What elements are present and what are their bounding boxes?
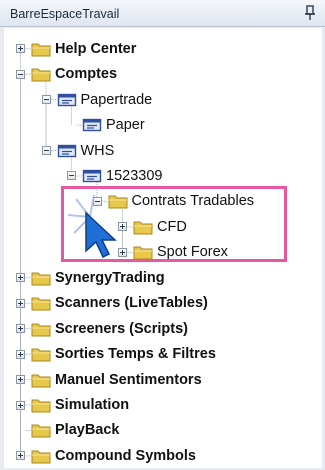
tree-item-spot-forex[interactable]: Spot Forex [157, 243, 228, 261]
expand-simulation-icon[interactable] [16, 400, 25, 410]
expand-help-center-icon[interactable] [16, 44, 25, 54]
tree-item-comptes[interactable]: Comptes [55, 65, 117, 83]
expand-scanners-livetables-icon[interactable] [16, 298, 25, 308]
folder-icon [31, 66, 51, 82]
workspace-panel: Help Center Comptes Papertrade Paper WHS 1523… [4, 28, 322, 468]
folder-icon [31, 397, 51, 413]
account-icon [82, 117, 102, 133]
folder-icon [31, 346, 51, 362]
folder-icon [31, 321, 51, 337]
tree-item-paper[interactable]: Paper [106, 116, 145, 134]
collapse-papertrade-icon[interactable] [41, 95, 51, 105]
collapse-comptes-icon[interactable] [16, 69, 25, 79]
expand-manuel-sentimentors-icon[interactable] [16, 375, 25, 385]
panel-title: BarreEspaceTravail [10, 7, 120, 21]
collapse-1523309-icon[interactable] [67, 171, 76, 181]
tree-item-1523309[interactable]: 1523309 [106, 167, 162, 185]
tree-item-whs[interactable]: WHS [81, 142, 115, 160]
tree-item-screeners-scripts[interactable]: Screeners (Scripts) [55, 320, 188, 338]
tree-item-papertrade[interactable]: Papertrade [81, 91, 153, 109]
tree-item-scanners-livetables[interactable]: Scanners (LiveTables) [55, 294, 208, 312]
tree-item-sorties-temps-filtres[interactable]: Sorties Temps & Filtres [55, 345, 216, 363]
expand-synergytrading-icon[interactable] [16, 273, 25, 283]
tree-item-contrats-tradables[interactable]: Contrats Tradables [132, 192, 255, 210]
tree-item-manuel-sentimentors[interactable]: Manuel Sentimentors [55, 371, 202, 389]
expand-sorties-temps-filtres-icon[interactable] [16, 349, 25, 359]
account-icon [57, 92, 77, 108]
tree-item-playback[interactable]: PlayBack [55, 421, 120, 439]
folder-icon [133, 244, 153, 260]
mouse-cursor-icon [67, 194, 117, 259]
folder-icon [133, 219, 153, 235]
expand-screeners-scripts-icon[interactable] [16, 324, 25, 334]
folder-icon [31, 422, 51, 438]
tree-item-compound-symbols[interactable]: Compound Symbols [55, 447, 196, 465]
folder-icon [31, 372, 51, 388]
tree-item-synergytrading[interactable]: SynergyTrading [55, 269, 165, 287]
folder-icon [31, 295, 51, 311]
folder-icon [31, 270, 51, 286]
workspace-tree: Help Center Comptes Papertrade Paper WHS 1523… [4, 28, 322, 468]
tree-item-cfd[interactable]: CFD [157, 218, 187, 236]
account-icon [82, 168, 102, 184]
tree-item-simulation[interactable]: Simulation [55, 396, 129, 414]
expand-compound-symbols-icon[interactable] [16, 451, 25, 461]
panel-titlebar: BarreEspaceTravail [0, 0, 325, 27]
collapse-whs-icon[interactable] [41, 146, 51, 156]
folder-icon [31, 41, 51, 57]
pin-icon[interactable] [303, 4, 317, 22]
account-icon [57, 143, 77, 159]
tree-item-help-center[interactable]: Help Center [55, 40, 136, 58]
folder-icon [31, 448, 51, 464]
